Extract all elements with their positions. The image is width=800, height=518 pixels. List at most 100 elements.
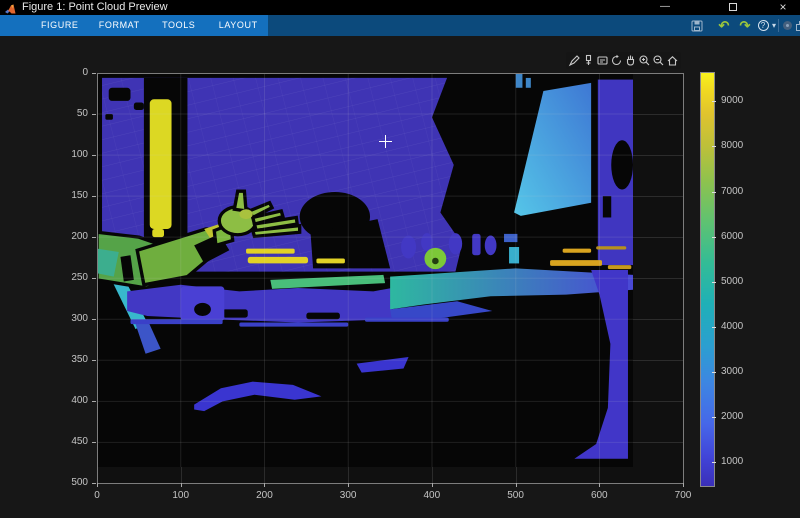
pan-icon[interactable] <box>624 53 637 67</box>
windows-button[interactable] <box>794 15 800 36</box>
scene-shape <box>131 319 223 324</box>
colorbar-tick-mark <box>712 327 716 328</box>
figure-canvas: 0100200300400500600700050100150200250300… <box>0 36 800 518</box>
scene-shape <box>611 140 633 189</box>
scene-shape <box>516 73 523 88</box>
y-tick-label: 200 <box>60 231 88 242</box>
circle-icon <box>783 21 792 30</box>
x-tick-label: 500 <box>496 490 536 501</box>
ribbon: FIGURE FORMAT TOOLS LAYOUT ↶ ↷ ? ▾ <box>0 15 800 36</box>
y-tick-label: 300 <box>60 313 88 324</box>
scene-shape <box>485 236 497 256</box>
record-button[interactable] <box>781 15 794 36</box>
colorbar-tick-mark <box>712 462 716 463</box>
scene-shape <box>432 258 439 265</box>
colorbar-tick-label: 7000 <box>721 186 743 197</box>
colorbar-tick-label: 5000 <box>721 276 743 287</box>
zoom-out-icon[interactable] <box>652 53 665 67</box>
colorbar-tick-mark <box>712 146 716 147</box>
maximize-button[interactable] <box>716 0 750 15</box>
colorbar-tick-mark <box>712 237 716 238</box>
x-tick-mark <box>181 483 182 487</box>
x-tick-label: 0 <box>77 490 117 501</box>
y-tick-mark <box>92 278 96 279</box>
x-tick-mark <box>264 483 265 487</box>
zoom-in-icon[interactable] <box>638 53 651 67</box>
scene-shape <box>246 249 295 254</box>
y-tick-label: 100 <box>60 149 88 160</box>
y-tick-mark <box>92 237 96 238</box>
scene-shape <box>421 233 433 251</box>
y-tick-label: 400 <box>60 395 88 406</box>
scene-shape <box>306 313 340 320</box>
colorbar-tick-label: 6000 <box>721 231 743 242</box>
scene-shape <box>234 191 246 211</box>
y-tick-mark <box>92 360 96 361</box>
y-tick-mark <box>92 319 96 320</box>
ribbon-tab-strip: FIGURE FORMAT TOOLS LAYOUT <box>0 15 268 36</box>
export-icon[interactable] <box>568 53 581 67</box>
colorbar-tick-label: 8000 <box>721 140 743 151</box>
y-tick-mark <box>92 483 96 484</box>
close-button[interactable]: × <box>766 0 800 15</box>
window-title: Figure 1: Point Cloud Preview <box>22 1 168 14</box>
scene-shape <box>109 88 131 101</box>
scene-shape <box>603 196 611 217</box>
colorbar-tick-label: 9000 <box>721 95 743 106</box>
scene-shape <box>248 257 308 264</box>
scene-shape <box>150 99 172 229</box>
y-tick-label: 0 <box>60 67 88 78</box>
scene-shape <box>563 249 591 253</box>
y-tick-label: 350 <box>60 354 88 365</box>
redo-button[interactable]: ↷ <box>736 15 754 36</box>
tab-layout[interactable]: LAYOUT <box>209 15 269 36</box>
x-tick-mark <box>348 483 349 487</box>
y-tick-label: 50 <box>60 108 88 119</box>
save-button[interactable] <box>687 15 707 36</box>
tab-tools[interactable]: TOOLS <box>149 15 209 36</box>
colorbar-tick-mark <box>712 372 716 373</box>
x-tick-label: 400 <box>412 490 452 501</box>
x-tick-label: 700 <box>663 490 703 501</box>
scene-shape <box>223 309 248 317</box>
scene-shape <box>550 260 602 266</box>
x-tick-label: 300 <box>328 490 368 501</box>
colorbar-tick-mark <box>712 417 716 418</box>
scene-shape <box>239 323 348 327</box>
help-button[interactable]: ? <box>756 15 770 36</box>
colorbar-tick-mark <box>712 101 716 102</box>
y-tick-mark <box>92 73 96 74</box>
x-tick-label: 100 <box>161 490 201 501</box>
rotate-icon[interactable] <box>610 53 623 67</box>
scene-shape <box>509 247 519 263</box>
depth-image-plot[interactable] <box>97 73 633 467</box>
tab-format[interactable]: FORMAT <box>90 15 150 36</box>
toolbar-separator <box>778 19 779 32</box>
y-tick-label: 150 <box>60 190 88 201</box>
brush-icon[interactable] <box>582 53 595 67</box>
datatips-icon[interactable] <box>596 53 609 67</box>
titlebar: Figure 1: Point Cloud Preview — × <box>0 0 800 15</box>
scene-shape <box>449 233 462 254</box>
figure-window: Figure 1: Point Cloud Preview — × FIGURE… <box>0 0 800 518</box>
undo-button[interactable]: ↶ <box>715 15 733 36</box>
scene-shape <box>134 103 144 110</box>
scene-shape <box>152 229 164 237</box>
overlapping-windows-icon <box>796 21 800 31</box>
scene-shape <box>526 78 531 88</box>
scene-shape <box>316 259 344 264</box>
scene-shape <box>608 265 631 269</box>
tab-figure[interactable]: FIGURE <box>30 15 90 36</box>
matlab-icon <box>5 2 16 13</box>
colorbar-tick-label: 2000 <box>721 411 743 422</box>
x-tick-label: 200 <box>244 490 284 501</box>
x-tick-mark <box>683 483 684 487</box>
home-icon[interactable] <box>666 53 679 67</box>
colorbar-tick-label: 1000 <box>721 456 743 467</box>
y-tick-mark <box>92 442 96 443</box>
y-tick-mark <box>92 196 96 197</box>
minimize-button[interactable]: — <box>648 0 682 15</box>
maximize-icon <box>729 3 737 11</box>
x-tick-mark <box>599 483 600 487</box>
y-tick-label: 250 <box>60 272 88 283</box>
